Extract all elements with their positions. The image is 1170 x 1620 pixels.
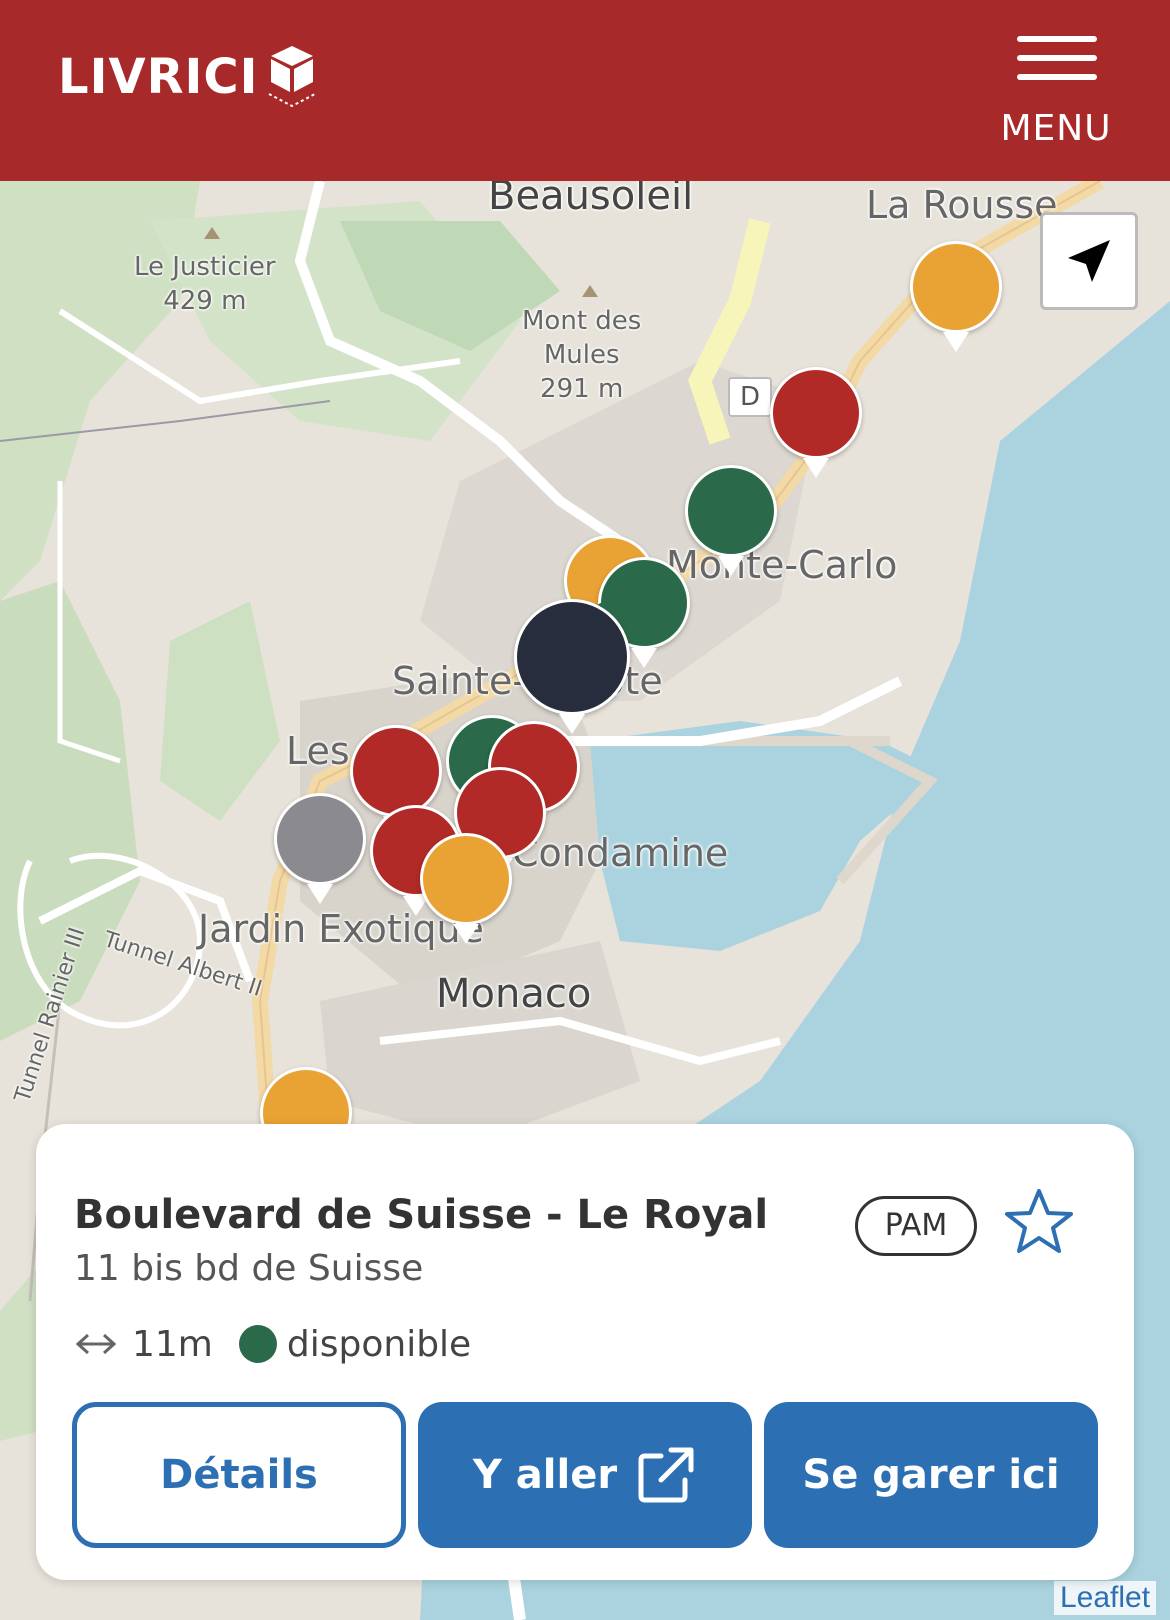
- map-label-monaco: Monaco: [436, 971, 592, 1017]
- favorite-star-icon[interactable]: [1004, 1187, 1074, 1257]
- parking-marker[interactable]: [685, 465, 777, 557]
- map-label-la-rousse: La Rousse: [866, 183, 1058, 227]
- menu-label: MENU: [1000, 108, 1112, 149]
- selected-parking-marker[interactable]: [514, 599, 630, 715]
- availability-dot-icon: [238, 1325, 277, 1363]
- parking-title: Boulevard de Suisse - Le Royal: [74, 1192, 769, 1238]
- app-header: LIVRICI MENU: [0, 0, 1170, 181]
- logo-text: LIVRICI: [58, 49, 259, 105]
- map-label-mont-des-mules-alt: 291 m: [540, 373, 624, 404]
- availability-status: disponible: [286, 1323, 472, 1365]
- menu-button[interactable]: MENU: [1000, 36, 1124, 152]
- distance-value: 11m: [132, 1323, 213, 1365]
- package-icon: [268, 46, 315, 108]
- parking-address: 11 bis bd de Suisse: [74, 1248, 424, 1289]
- details-button-label: Détails: [160, 1452, 318, 1498]
- external-link-icon: [638, 1447, 694, 1503]
- map-label-le-justicier: Le Justicier 429 m: [134, 251, 276, 319]
- parking-marker[interactable]: [274, 793, 366, 885]
- map-label-le-justicier-name: Le Justicier: [134, 252, 276, 282]
- go-there-button-label: Y aller: [472, 1452, 618, 1498]
- map-label-condamine: Condamine: [512, 831, 729, 875]
- parking-marker[interactable]: [350, 725, 442, 817]
- map-label-monte-carlo: Monte-Carlo: [666, 543, 898, 587]
- hamburger-icon: [1017, 36, 1097, 93]
- navigation-arrow-icon: [1068, 240, 1110, 282]
- road-sign-d: D: [728, 377, 772, 417]
- details-button[interactable]: Détails: [72, 1402, 406, 1548]
- distance-arrows-icon: [75, 1333, 117, 1355]
- map-label-le-justicier-alt: 429 m: [163, 285, 247, 316]
- livrici-logo[interactable]: LIVRICI: [58, 42, 317, 112]
- map-label-mont-des-mules-1: Mont des: [522, 306, 642, 336]
- park-here-button[interactable]: Se garer ici: [764, 1402, 1098, 1548]
- go-there-button[interactable]: Y aller: [418, 1402, 752, 1548]
- map-label-beausoleil: Beausoleil: [488, 181, 694, 219]
- parking-marker[interactable]: [420, 833, 512, 925]
- parking-marker[interactable]: [770, 367, 862, 459]
- park-here-button-label: Se garer ici: [802, 1452, 1060, 1498]
- map-label-les: Les: [286, 729, 350, 773]
- locate-me-button[interactable]: [1040, 212, 1138, 310]
- parking-detail-card: Boulevard de Suisse - Le Royal 11 bis bd…: [36, 1124, 1134, 1580]
- parking-marker[interactable]: [910, 241, 1002, 333]
- map-label-mont-des-mules-2: Mules: [543, 339, 620, 370]
- leaflet-attribution[interactable]: Leaflet: [1054, 1581, 1157, 1615]
- map-label-mont-des-mules: Mont des Mules 291 m: [522, 305, 641, 406]
- pam-badge: PAM: [855, 1196, 977, 1256]
- info-row: 11m disponible: [74, 1320, 471, 1368]
